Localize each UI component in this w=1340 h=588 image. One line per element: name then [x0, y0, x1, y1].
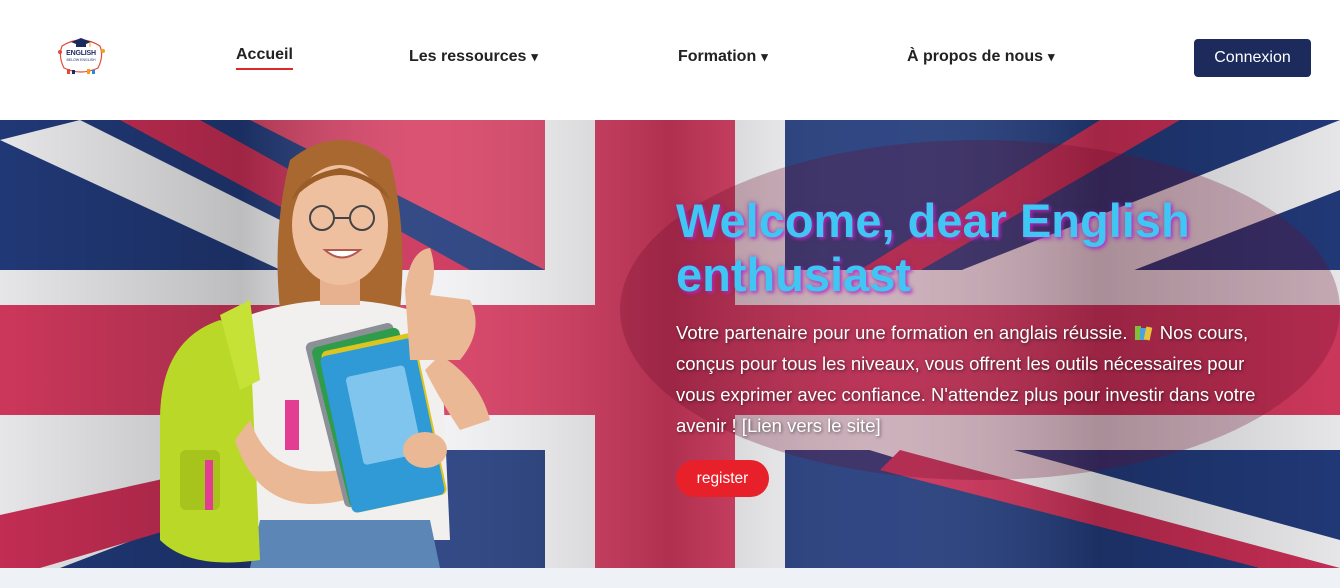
nav-item-formation[interactable]: Formation ▾	[678, 48, 768, 66]
nav-item-ressources[interactable]: Les ressources ▾	[409, 48, 538, 66]
hero-banner: Welcome, dear English enthusiast Votre p…	[0, 120, 1340, 568]
hero-title: Welcome, dear English enthusiast	[676, 194, 1190, 301]
logo-text: ENGLISH	[66, 50, 96, 57]
books-icon	[1134, 326, 1153, 341]
nav-item-a-propos[interactable]: À propos de nous ▾	[907, 48, 1055, 66]
nav-item-accueil[interactable]: Accueil	[236, 46, 293, 70]
nav-label: Les ressources	[409, 48, 527, 65]
login-button[interactable]: Connexion	[1194, 39, 1311, 77]
nav-label: Formation	[678, 48, 757, 65]
hero-description-start: Votre partenaire pour une formation en a…	[676, 322, 1128, 343]
hero-description: Votre partenaire pour une formation en a…	[676, 317, 1288, 441]
site-logo[interactable]: ENGLISH BELOW ENGLISH	[54, 36, 108, 78]
chevron-down-icon: ▾	[761, 49, 768, 64]
chevron-down-icon: ▾	[531, 49, 538, 64]
next-section-edge	[0, 568, 1340, 588]
site-header: ENGLISH BELOW ENGLISH Accueil Les ressou…	[0, 0, 1340, 120]
chevron-down-icon: ▾	[1048, 49, 1055, 64]
register-button[interactable]: register	[676, 460, 769, 497]
student-illustration	[160, 140, 490, 568]
logo-subtext: BELOW ENGLISH	[66, 58, 96, 62]
nav-label: Accueil	[236, 46, 293, 63]
graduation-cap-icon	[58, 38, 105, 74]
nav-label: À propos de nous	[907, 48, 1043, 65]
